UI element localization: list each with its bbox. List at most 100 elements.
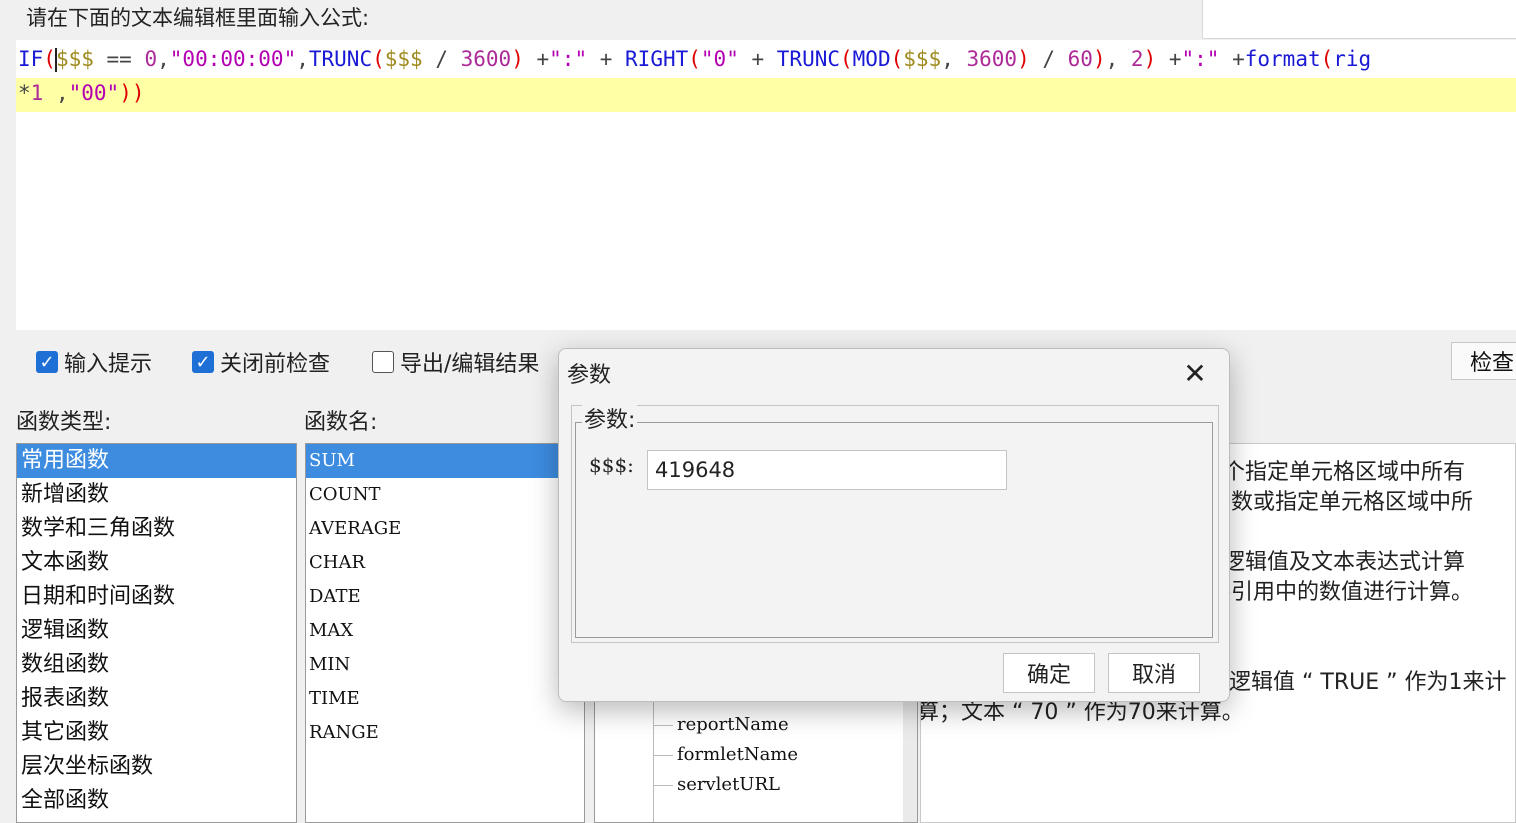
formula-editor[interactable]: IF($$$ == 0,"00:00:00",TRUNC($$$ / 3600)…	[16, 40, 1516, 330]
function-type-item[interactable]: 逻辑函数	[17, 614, 296, 648]
function-name-item[interactable]: COUNT	[306, 478, 584, 512]
tree-item[interactable]: formletName	[653, 744, 798, 765]
formula-token: )	[511, 47, 524, 71]
formula-token: (	[1320, 47, 1334, 71]
function-type-item[interactable]: 数组函数	[17, 648, 296, 682]
function-name-item[interactable]: CHAR	[306, 546, 584, 580]
function-name-item[interactable]: DATE	[306, 580, 584, 614]
function-type-item[interactable]: 全部函数	[17, 784, 296, 818]
parameter-group-label: 参数:	[582, 402, 638, 434]
formula-token: ,	[157, 47, 170, 71]
param-value-input[interactable]: 419648	[647, 450, 1007, 490]
formula-token: 60	[1067, 47, 1093, 71]
function-type-item[interactable]: 报表函数	[17, 682, 296, 716]
top-right-field	[1202, 0, 1516, 39]
function-type-item[interactable]: 新增函数	[17, 478, 296, 512]
formula-token: $$$	[903, 47, 942, 71]
description-line: 格引用中的数值进行计算。	[1209, 580, 1474, 605]
formula-token: ,	[296, 47, 309, 71]
formula-token: TRUNC	[776, 47, 840, 71]
formula-line-2[interactable]: *1 ,"00"))	[18, 76, 144, 110]
formula-token: +	[523, 47, 550, 71]
tree-item[interactable]: reportName	[653, 714, 789, 735]
input-hint-label: 输入提示	[64, 352, 153, 377]
formula-token: +	[1156, 47, 1182, 71]
formula-token: +	[738, 47, 777, 71]
formula-token: 1	[30, 81, 44, 105]
formula-token: *	[18, 81, 31, 105]
check-before-close-label: 关闭前检查	[220, 352, 331, 377]
formula-token: +	[587, 47, 626, 71]
formula-token: 3600	[966, 47, 1018, 71]
formula-token: rig	[1333, 47, 1372, 71]
formula-token: 0	[144, 47, 158, 71]
formula-token: (	[688, 47, 701, 71]
function-name-item[interactable]: RANGE	[306, 716, 584, 750]
input-hint-checkbox[interactable]: ✓ 输入提示	[36, 346, 152, 378]
parameter-group: 参数:	[571, 402, 1219, 643]
check-before-close-checkbox[interactable]: ✓ 关闭前检查	[192, 346, 330, 378]
formula-token: "00:00:00"	[169, 47, 297, 71]
checkbox-unchecked-icon	[372, 351, 394, 373]
formula-token: TRUNC	[308, 47, 373, 71]
formula-token: )	[1017, 47, 1030, 71]
current-line-highlight	[16, 78, 1516, 112]
formula-token: $$$	[55, 47, 94, 71]
function-name-item[interactable]: MAX	[306, 614, 584, 648]
formula-token: format	[1244, 47, 1321, 71]
formula-line-1[interactable]: IF($$$ == 0,"00:00:00",TRUNC($$$ / 3600)…	[18, 42, 1371, 76]
formula-token: (	[840, 47, 853, 71]
check-button[interactable]: 检查	[1451, 342, 1516, 380]
checkbox-checked-icon: ✓	[192, 351, 214, 373]
formula-token: ,	[941, 47, 967, 71]
function-name-item[interactable]: MIN	[306, 648, 584, 682]
ok-button[interactable]: 确定	[1003, 653, 1095, 693]
function-type-item[interactable]: 常用函数	[17, 444, 296, 478]
function-type-item[interactable]: 数学和三角函数	[17, 512, 296, 546]
formula-token: ))	[119, 81, 145, 105]
function-name-list[interactable]: SUM COUNT AVERAGE CHAR DATE MAX MIN TIME RANGE	[305, 443, 585, 823]
formula-token: (	[890, 47, 904, 71]
param-name-label: $$$:	[589, 453, 634, 477]
formula-token: ":"	[1181, 47, 1220, 71]
close-icon[interactable]: ✕	[1171, 353, 1219, 393]
function-type-item[interactable]: 日期和时间函数	[17, 580, 296, 614]
formula-token: $$$	[384, 47, 423, 71]
function-name-item[interactable]: SUM	[306, 444, 584, 478]
formula-token: 3600	[460, 47, 512, 71]
function-type-item[interactable]: 层次坐标函数	[17, 750, 296, 784]
function-type-item[interactable]: 文本函数	[17, 546, 296, 580]
formula-token: (	[372, 47, 385, 71]
function-type-item[interactable]: 其它函数	[17, 716, 296, 750]
formula-prompt-label: 请在下面的文本编辑框里面输入公式:	[26, 6, 370, 30]
formula-token: ,	[1105, 47, 1131, 71]
formula-token: ,	[43, 81, 69, 105]
function-type-list[interactable]: 常用函数 新增函数 数学和三角函数 文本函数 日期和时间函数 逻辑函数 数组函数 报表函数 其它…	[16, 443, 297, 823]
formula-token: ==	[93, 47, 145, 71]
formula-token: /	[1029, 47, 1068, 71]
checkbox-checked-icon: ✓	[36, 351, 58, 373]
formula-token: 2	[1130, 47, 1144, 71]
export-edit-result-label: 导出/编辑结果	[400, 352, 540, 377]
formula-token: )	[1092, 47, 1106, 71]
function-name-item[interactable]: AVERAGE	[306, 512, 584, 546]
formula-token: MOD	[852, 47, 891, 71]
formula-token: ":"	[549, 47, 588, 71]
dialog-title: 参数	[567, 363, 612, 388]
formula-token: +	[1219, 47, 1245, 71]
formula-token: /	[422, 47, 461, 71]
function-name-label: 函数名:	[304, 410, 378, 435]
tree-item[interactable]: servletURL	[653, 774, 780, 795]
formula-token: )	[1143, 47, 1157, 71]
formula-token: IF	[18, 47, 44, 71]
cancel-button[interactable]: 取消	[1108, 653, 1200, 693]
formula-token: RIGHT	[625, 47, 689, 71]
function-type-label: 函数类型:	[16, 410, 112, 435]
export-edit-result-checkbox[interactable]: 导出/编辑结果	[372, 346, 539, 378]
parameter-dialog: 参数 ✕ 参数: $$$: 419648 确定 取消	[558, 348, 1230, 702]
formula-token: "00"	[68, 81, 120, 105]
formula-token: "0"	[700, 47, 739, 71]
description-line: 参数或指定单元格区域中所	[1209, 490, 1474, 515]
function-name-item[interactable]: TIME	[306, 682, 584, 716]
description-line: 逻辑值 “ TRUE ” 作为1来计	[1229, 670, 1507, 695]
